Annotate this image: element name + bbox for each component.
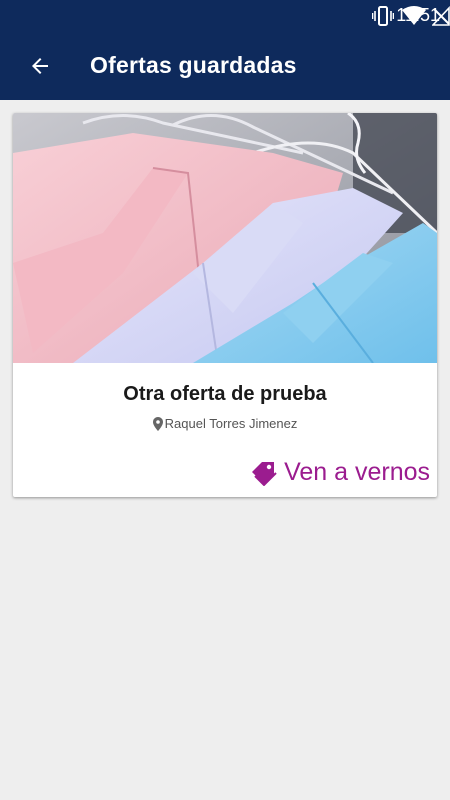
offer-location-text: Raquel Torres Jimenez (164, 416, 298, 431)
location-pin-icon (152, 416, 163, 431)
offer-card[interactable]: Otra oferta de prueba Raquel Torres Jime… (13, 113, 437, 497)
app-bar: Ofertas guardadas (0, 32, 450, 100)
ven-a-vernos-button[interactable]: Ven a vernos (250, 458, 430, 487)
app-header: 11:51 Ofertas guardadas (0, 0, 450, 100)
back-button[interactable] (18, 48, 62, 84)
offer-action-label: Ven a vernos (284, 458, 430, 486)
status-bar: 11:51 (0, 0, 450, 32)
arrow-back-icon (32, 58, 48, 74)
offer-title: Otra oferta de prueba (123, 383, 327, 405)
offer-image (13, 113, 437, 363)
status-time: 11:51 (396, 5, 440, 25)
page-title: Ofertas guardadas (90, 52, 297, 78)
offer-location: Raquel Torres Jimenez (13, 416, 437, 431)
vibrate-icon (372, 6, 394, 26)
tag-icon (250, 460, 278, 486)
